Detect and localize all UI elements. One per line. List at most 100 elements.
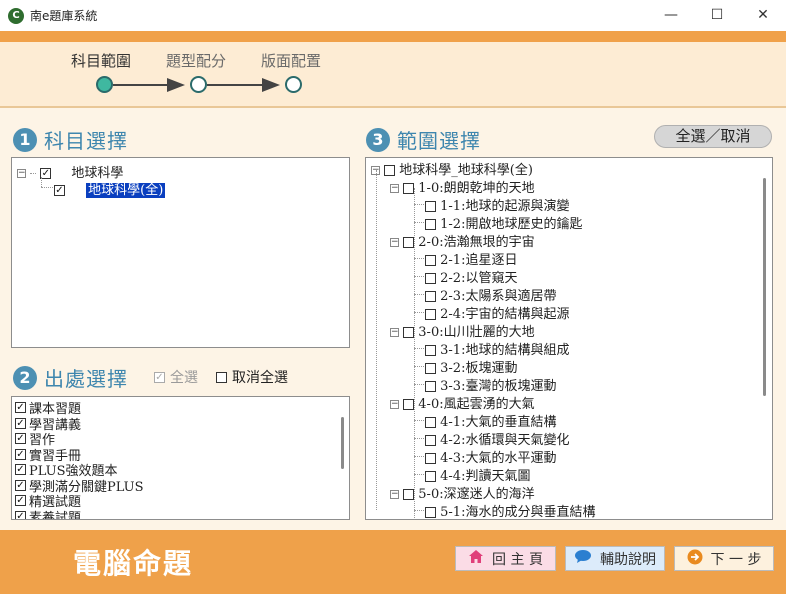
select-all-checkbox[interactable]: ✓ 全選	[154, 367, 198, 387]
checkbox-icon[interactable]	[403, 327, 415, 338]
tree-node-label: 5-0:深邃迷人的海洋	[418, 487, 535, 502]
checkbox-icon[interactable]: ✓	[15, 495, 26, 506]
next-step-button[interactable]: 下 一 步	[674, 546, 774, 571]
checkbox-icon[interactable]: ✓	[54, 185, 65, 196]
checkbox-icon[interactable]	[425, 363, 436, 374]
checkbox-icon[interactable]	[425, 381, 436, 392]
collapse-icon[interactable]: −	[17, 169, 26, 178]
window-title: 南e題庫系統	[30, 9, 98, 23]
range-tree-section[interactable]: 3-3:臺灣的板塊運動	[425, 375, 556, 394]
checkbox-icon[interactable]: ✓	[15, 464, 26, 475]
range-tree-root[interactable]: − 地球科學_地球科學(全)	[371, 159, 533, 178]
collapse-icon[interactable]: −	[390, 490, 399, 499]
checkbox-icon[interactable]: ✓	[154, 371, 165, 383]
range-tree-section[interactable]: 1-2:開啟地球歷史的鑰匙	[425, 213, 582, 232]
range-tree-section[interactable]: 1-1:地球的起源與演變	[425, 195, 569, 214]
range-tree-section[interactable]: 2-3:太陽系與適居帶	[425, 285, 556, 304]
deselect-all-label: 取消全選	[232, 370, 288, 386]
checkbox-icon[interactable]	[403, 489, 415, 500]
home-button[interactable]: 回 主 頁	[455, 546, 556, 571]
tree-node-label: 3-3:臺灣的板塊運動	[440, 379, 557, 394]
minimize-button[interactable]: —	[648, 0, 694, 31]
range-tree-chapter[interactable]: − 1-0:朗朗乾坤的天地	[390, 177, 535, 196]
step-connector-1	[113, 84, 168, 86]
checkbox-icon[interactable]	[425, 453, 436, 464]
tree-node-child[interactable]: ✓ 地球科學(全)	[54, 179, 167, 199]
collapse-icon[interactable]: −	[390, 238, 399, 247]
tree-node-label: 1-2:開啟地球歷史的鑰匙	[440, 217, 583, 232]
source-item[interactable]: ✓ 素養試題	[15, 507, 81, 519]
scrollbar-thumb[interactable]	[341, 417, 344, 469]
checkbox-icon[interactable]	[425, 417, 436, 428]
range-tree-section[interactable]: 4-3:大氣的水平運動	[425, 447, 556, 466]
collapse-icon[interactable]: −	[390, 328, 399, 337]
range-tree-section[interactable]: 3-1:地球的結構與組成	[425, 339, 569, 358]
range-tree-section[interactable]: 4-4:判讀天氣圖	[425, 465, 530, 484]
home-icon	[468, 549, 484, 568]
close-button[interactable]: ✕	[740, 0, 786, 31]
range-tree-section[interactable]: 4-2:水循環與天氣變化	[425, 429, 569, 448]
chat-bubble-icon	[574, 549, 592, 568]
deselect-all-checkbox[interactable]: 取消全選	[216, 367, 288, 387]
select-all-toggle-button[interactable]: 全選／取消	[654, 125, 772, 148]
checkbox-icon[interactable]	[425, 435, 436, 446]
checkbox-icon[interactable]	[403, 183, 415, 194]
checkbox-icon[interactable]: ✓	[15, 433, 26, 444]
section-number-badge: 2	[13, 365, 37, 390]
tree-node-label: 4-4:判讀天氣圖	[440, 469, 531, 484]
source-list-panel[interactable]: ✓ 課本習題 ✓ 學習講義 ✓ 習作 ✓ 實習手冊 ✓ PLUS強效題本 ✓ 學測滿分關鍵PLUS ✓ 精…	[11, 396, 350, 520]
checkbox-icon[interactable]: ✓	[15, 402, 26, 413]
subject-tree-panel[interactable]: − ✓ 地球科學 ✓ 地球科學(全)	[11, 157, 350, 348]
section-subject-header: 1 科目選擇	[13, 125, 128, 154]
range-tree-section[interactable]: 2-2:以管窺天	[425, 267, 517, 286]
range-tree-section[interactable]: 2-1:追星逐日	[425, 249, 517, 268]
checkbox-icon[interactable]	[384, 165, 396, 176]
home-button-label: 回 主 頁	[492, 551, 543, 568]
checkbox-icon[interactable]: ✓	[15, 479, 26, 491]
brand-title: 電腦命題	[73, 547, 194, 580]
section-number-badge: 3	[366, 127, 390, 152]
checkbox-icon[interactable]: ✓	[15, 417, 26, 429]
collapse-icon[interactable]: −	[390, 400, 399, 409]
tree-node-label: 1-1:地球的起源與演變	[440, 199, 570, 214]
checkbox-icon[interactable]: ✓	[15, 510, 26, 519]
range-tree-panel[interactable]: − 地球科學_地球科學(全) − 1-0:朗朗乾坤的天地 1-1:地球的起源與演變…	[365, 157, 773, 520]
maximize-button[interactable]: ☐	[694, 0, 740, 31]
tree-node-label: 3-0:山川壯麗的大地	[418, 325, 535, 340]
range-tree-section[interactable]: 5-1:海水的成分與垂直結構	[425, 501, 595, 519]
checkbox-icon[interactable]	[425, 309, 436, 320]
range-tree-chapter[interactable]: − 3-0:山川壯麗的大地	[390, 321, 535, 340]
range-tree-chapter[interactable]: − 5-0:深邃迷人的海洋	[390, 483, 535, 502]
tree-node-label: 2-4:宇宙的結構與起源	[440, 307, 570, 322]
checkbox-icon[interactable]	[425, 345, 436, 356]
checkbox-icon[interactable]	[425, 507, 436, 518]
collapse-icon[interactable]: −	[390, 184, 399, 193]
checkbox-icon[interactable]	[403, 399, 415, 410]
checkbox-icon[interactable]	[425, 291, 436, 302]
checkbox-icon[interactable]: ✓	[15, 448, 26, 460]
range-tree-section[interactable]: 4-1:大氣的垂直結構	[425, 411, 556, 430]
checkbox-icon[interactable]	[425, 471, 436, 482]
tree-node-label: 4-1:大氣的垂直結構	[440, 415, 557, 430]
checkbox-icon[interactable]	[216, 371, 227, 383]
checkbox-icon[interactable]	[425, 273, 436, 284]
step-connector-2	[207, 84, 263, 86]
range-tree-chapter[interactable]: − 2-0:浩瀚無垠的宇宙	[390, 231, 535, 250]
step-label-question-types: 題型配分	[166, 52, 227, 70]
next-step-button-label: 下 一 步	[710, 551, 762, 568]
step-dot-2	[190, 76, 207, 93]
range-tree-section[interactable]: 2-4:宇宙的結構與起源	[425, 303, 569, 322]
help-button[interactable]: 輔助說明	[565, 546, 665, 571]
scrollbar-thumb[interactable]	[763, 178, 766, 396]
range-tree-section[interactable]: 3-2:板塊運動	[425, 357, 517, 376]
checkbox-icon[interactable]	[403, 237, 415, 248]
section-title: 範圍選擇	[397, 129, 481, 153]
step-label-subject-range: 科目範圍	[71, 52, 132, 70]
range-tree-chapter[interactable]: − 4-0:風起雲湧的大氣	[390, 393, 535, 412]
checkbox-icon[interactable]	[425, 255, 436, 266]
tree-node-label: 地球科學_地球科學(全)	[399, 163, 533, 178]
checkbox-icon[interactable]	[425, 219, 436, 230]
checkbox-icon[interactable]	[425, 201, 436, 212]
step-dot-3	[285, 76, 302, 93]
tree-node-label: 4-2:水循環與天氣變化	[440, 433, 570, 448]
